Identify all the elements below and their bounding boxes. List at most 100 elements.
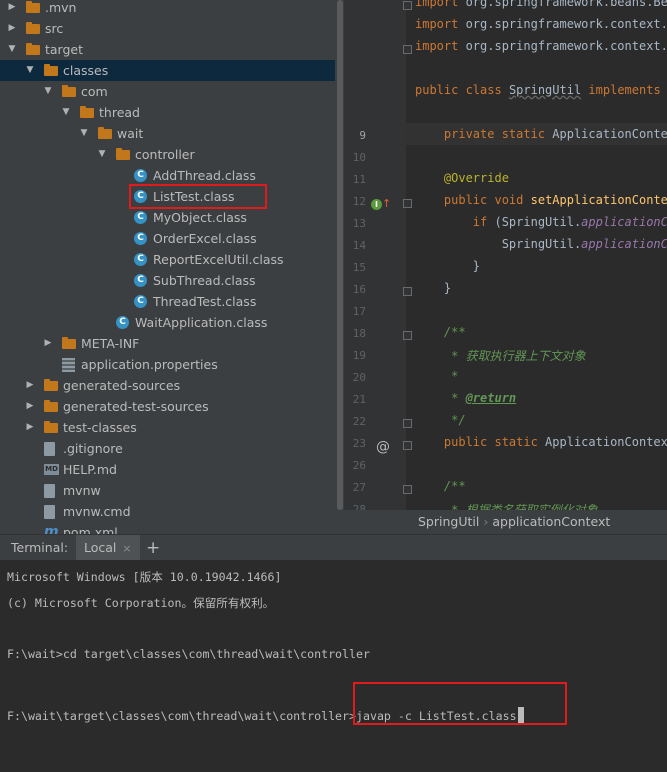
code-editor[interactable]: 91011121314151617181920212223262728 impo…: [344, 0, 667, 534]
chevron-right-icon[interactable]: ▶: [6, 0, 18, 18]
terminal-header: Terminal: Local × +: [0, 534, 667, 561]
tree-item[interactable]: ▼ controller: [0, 144, 335, 165]
chevron-down-icon[interactable]: ▼: [42, 81, 54, 102]
class-file-icon: C: [116, 316, 129, 329]
code-line[interactable]: @Override: [415, 171, 509, 185]
code-line[interactable]: import org.springframework.context.Appli…: [415, 17, 667, 31]
terminal-prompt: F:\wait\target\classes\com\thread\wait\c…: [7, 709, 357, 723]
tree-item[interactable]: ▼ thread: [0, 102, 335, 123]
tree-item[interactable]: ▼ classes: [0, 60, 335, 81]
chevron-down-icon[interactable]: ▼: [78, 123, 90, 144]
class-file-icon: C: [134, 253, 147, 266]
scrollbar-thumb[interactable]: [337, 0, 343, 510]
code-line[interactable]: public class SpringUtil implements Appli…: [415, 83, 667, 97]
class-file-icon: C: [134, 232, 147, 245]
tree-item[interactable]: MD HELP.md: [0, 459, 335, 480]
code-line[interactable]: /**: [415, 479, 466, 493]
folder-icon: [26, 43, 40, 55]
chevron-right-icon[interactable]: ▶: [24, 375, 36, 396]
tree-item-label: .gitignore: [63, 441, 123, 456]
tree-item[interactable]: C ThreadTest.class: [0, 291, 335, 312]
chevron-down-icon[interactable]: ▼: [24, 60, 36, 81]
tree-item[interactable]: ▶ generated-test-sources: [0, 396, 335, 417]
annotation-at-icon[interactable]: @: [376, 439, 390, 455]
fold-marker[interactable]: [403, 485, 412, 494]
terminal-title: Terminal:: [11, 540, 69, 555]
fold-marker[interactable]: [403, 199, 412, 208]
terminal-tab-local[interactable]: Local ×: [76, 535, 140, 561]
code-line[interactable]: /**: [415, 325, 466, 339]
terminal-line: F:\wait>cd target\classes\com\thread\wai…: [7, 647, 370, 661]
folder-icon: [44, 379, 58, 391]
tree-item[interactable]: .gitignore: [0, 438, 335, 459]
class-file-icon: C: [134, 211, 147, 224]
override-method-icon[interactable]: I ↑: [371, 197, 391, 210]
chevron-right-icon[interactable]: ▶: [24, 396, 36, 417]
chevron-down-icon[interactable]: ▼: [60, 102, 72, 123]
tree-item[interactable]: ▶ .mvn: [0, 0, 335, 18]
class-file-icon: C: [134, 295, 147, 308]
tree-item[interactable]: ▶ src: [0, 18, 335, 39]
tree-item-label: target: [45, 42, 84, 57]
terminal-output[interactable]: Microsoft Windows [版本 10.0.19042.1466] (c…: [0, 560, 667, 772]
code-line[interactable]: }: [415, 259, 480, 273]
chevron-right-icon[interactable]: ▶: [24, 417, 36, 438]
line-number: 27: [352, 481, 366, 494]
tree-item[interactable]: C OrderExcel.class: [0, 228, 335, 249]
breadcrumb-class[interactable]: SpringUtil: [418, 514, 479, 529]
add-terminal-icon[interactable]: +: [146, 535, 160, 561]
code-line[interactable]: import org.springframework.beans.BeansEx…: [415, 0, 667, 9]
chevron-right-icon[interactable]: ▶: [42, 333, 54, 354]
chevron-down-icon[interactable]: ▼: [6, 39, 18, 60]
tree-item[interactable]: application.properties: [0, 354, 335, 375]
chevron-right-icon[interactable]: ▶: [6, 18, 18, 39]
line-number: 11: [352, 173, 366, 186]
folder-icon: [98, 127, 112, 139]
code-line[interactable]: import org.springframework.context.Appli…: [415, 39, 667, 53]
project-tree[interactable]: ▶ .mvn ▶ src ▼ target ▼ classes ▼ com ▼ thread ▼ wait…: [0, 0, 344, 534]
code-line[interactable]: */: [415, 413, 465, 427]
folder-icon: [26, 1, 40, 13]
tree-item-label: application.properties: [81, 357, 218, 372]
fold-marker[interactable]: [403, 45, 412, 54]
code-line[interactable]: public void setApplicationContext(Applic…: [415, 193, 667, 207]
tree-item[interactable]: ▼ com: [0, 81, 335, 102]
tree-item[interactable]: mvnw.cmd: [0, 501, 335, 522]
code-line[interactable]: if (SpringUtil.applicationContext == nul…: [415, 215, 667, 229]
fold-marker[interactable]: [403, 287, 412, 296]
code-line[interactable]: * @return: [415, 391, 516, 405]
fold-marker[interactable]: [403, 441, 412, 450]
tree-item[interactable]: C WaitApplication.class: [0, 312, 335, 333]
project-tree-scrollbar[interactable]: [336, 0, 344, 534]
markdown-file-icon: MD: [44, 464, 59, 475]
fold-marker[interactable]: [403, 419, 412, 428]
tree-item[interactable]: ▶ test-classes: [0, 417, 335, 438]
tree-item[interactable]: C AddThread.class: [0, 165, 335, 186]
close-icon[interactable]: ×: [122, 542, 131, 555]
breadcrumb-member[interactable]: applicationContext: [492, 514, 610, 529]
tree-item[interactable]: C ReportExcelUtil.class: [0, 249, 335, 270]
code-line[interactable]: * 获取执行器上下文对象: [415, 347, 585, 364]
tree-item[interactable]: C SubThread.class: [0, 270, 335, 291]
editor-breadcrumb[interactable]: SpringUtil › applicationContext: [344, 510, 667, 534]
tree-item-label: classes: [63, 63, 109, 78]
tree-item[interactable]: ▶ META-INF: [0, 333, 335, 354]
tree-item[interactable]: ▶ generated-sources: [0, 375, 335, 396]
code-line[interactable]: SpringUtil.applicationContext = applicat…: [415, 237, 667, 251]
code-line[interactable]: private static ApplicationContext applic…: [415, 127, 667, 141]
tree-item[interactable]: m pom.xml: [0, 522, 335, 534]
maven-icon: m: [44, 524, 59, 534]
fold-marker[interactable]: [403, 1, 412, 10]
line-number: 21: [352, 393, 366, 406]
fold-marker[interactable]: [403, 331, 412, 340]
chevron-down-icon[interactable]: ▼: [96, 144, 108, 165]
tree-item[interactable]: ▼ wait: [0, 123, 335, 144]
code-line[interactable]: public static ApplicationContext getAppl…: [415, 435, 667, 449]
highlight-box: [353, 682, 567, 725]
highlight-box: [129, 184, 267, 209]
tree-item[interactable]: C MyObject.class: [0, 207, 335, 228]
tree-item[interactable]: mvnw: [0, 480, 335, 501]
code-line[interactable]: *: [415, 369, 458, 383]
tree-item[interactable]: ▼ target: [0, 39, 335, 60]
code-line[interactable]: }: [415, 281, 451, 295]
